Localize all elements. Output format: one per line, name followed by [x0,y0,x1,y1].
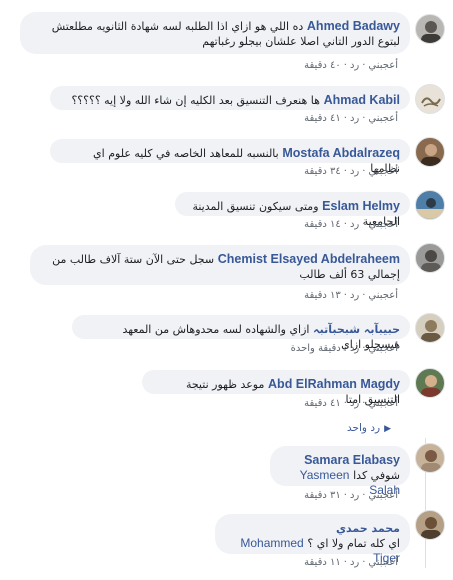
comment-time[interactable]: ١٤ دقيقة [304,219,341,230]
user-photo-icon [416,198,444,219]
like-link[interactable]: أعجبني [368,219,398,230]
comment-bubble: Chemist Elsayed Abdelraheem سجل حتى الآن… [30,245,410,285]
user-photo-icon [421,375,441,397]
reply-text: شوفي كدا [353,469,400,482]
comment-time[interactable]: ٤٠ دقيقة [304,60,341,71]
reply-time[interactable]: ٣١ دقيقة [304,490,341,501]
comment-time[interactable]: ٤١ دقيقة [304,398,341,409]
comment-time[interactable]: ٣٤ دقيقة [304,166,341,177]
comment-actions: أعجبني·رد·٤١ دقيقة [304,113,398,124]
comment-bubble: Ahmed Badawy ده اللي هو ازاي اذا الطلبه … [20,12,410,54]
comment-time[interactable]: ١٣ دقيقة [304,290,341,301]
reply-bubble: محمد حمدي اي كله تمام ولا اي ؟ Mohammed … [215,514,410,565]
reply-link[interactable]: رد [350,557,359,568]
reply-author[interactable]: محمد حمدي [227,521,400,536]
comment-time[interactable]: ٤١ دقيقة [304,113,341,124]
reply-author[interactable]: Samara Elabasy [282,453,400,468]
comment-author[interactable]: Ahmad Kabil [324,93,400,107]
calligraphy-logo-icon [421,97,441,107]
avatar[interactable] [415,137,445,167]
reply-link[interactable]: رد [350,113,359,124]
avatar[interactable] [415,510,445,540]
view-replies-link[interactable]: ▶رد واحد [347,422,391,434]
comment-author[interactable]: Ahmed Badawy [307,19,400,33]
comment-actions: أعجبني·رد·دقيقة واحدة [290,343,398,354]
user-photo-icon [421,144,441,166]
comment-author[interactable]: حبيبآبہ شبحبآتبہ [313,323,400,336]
like-link[interactable]: أعجبني [368,343,398,354]
avatar[interactable] [415,243,445,273]
reply-time[interactable]: ١١ دقيقة [304,557,341,568]
comment-author[interactable]: Chemist Elsayed Abdelraheem [218,252,400,266]
comment-author[interactable]: Abd ElRahman Magdy [268,377,400,391]
like-link[interactable]: أعجبني [368,490,398,501]
comment-bubble: Ahmad Kabil ها هنعرف التنسيق بعد الكليه … [50,86,410,110]
like-link[interactable]: أعجبني [368,290,398,301]
like-link[interactable]: أعجبني [368,60,398,71]
like-link[interactable]: أعجبني [368,166,398,177]
comment-actions: أعجبني·رد·٤١ دقيقة [304,398,398,409]
comment-actions: أعجبني·رد·١٣ دقيقة [304,290,398,301]
reply-actions: أعجبني·رد·٣١ دقيقة [304,490,398,501]
like-link[interactable]: أعجبني [368,557,398,568]
user-photo-icon [421,517,441,539]
comment-bubble: Mostafa Abdalrazeq بالنسبه للمعاهد الخاص… [50,139,410,175]
avatar[interactable] [415,313,445,343]
user-photo-icon [421,320,441,342]
avatar[interactable] [415,84,445,114]
avatar[interactable] [415,190,445,220]
user-photo-icon [421,21,441,43]
comment-author[interactable]: Eslam Helmy [322,199,400,213]
reply-text: اي كله تمام ولا اي ؟ [307,537,400,550]
avatar[interactable] [415,443,445,473]
reply-link[interactable]: رد [350,490,359,501]
like-link[interactable]: أعجبني [368,398,398,409]
like-link[interactable]: أعجبني [368,113,398,124]
user-photo-icon [421,450,441,472]
comment-time[interactable]: دقيقة واحدة [291,343,341,354]
reply-link[interactable]: رد [350,398,359,409]
user-photo-icon [421,250,441,272]
reply-arrow-icon: ▶ [384,424,391,434]
comment-actions: أعجبني·رد·١٤ دقيقة [304,219,398,230]
reply-link[interactable]: رد [350,343,359,354]
comment-bubble: Abd ElRahman Magdy موعد ظهور نتيجة التنس… [142,370,410,406]
reply-link[interactable]: رد [350,290,359,301]
reply-link[interactable]: رد [350,60,359,71]
comment-actions: أعجبني·رد·٣٤ دقيقة [304,166,398,177]
comment-text: ها هنعرف التنسيق بعد الكليه إن شاء الله … [71,94,320,107]
avatar[interactable] [415,368,445,398]
avatar[interactable] [415,14,445,44]
comment-bubble: Eslam Helmy ومتى سيكون تنسيق المدينة الج… [175,192,410,228]
reply-link[interactable]: رد [350,219,359,230]
reply-actions: أعجبني·رد·١١ دقيقة [304,557,398,568]
reply-link[interactable]: رد [350,166,359,177]
comment-actions: أعجبني·رد·٤٠ دقيقة [304,60,398,71]
comment-bubble: حبيبآبہ شبحبآتبہ ازاي والشهاده لسه محدوه… [72,315,410,351]
reply-bubble: Samara Elabasy شوفي كدا Yasmeen Salah [270,446,410,497]
comment-author[interactable]: Mostafa Abdalrazeq [282,146,400,160]
